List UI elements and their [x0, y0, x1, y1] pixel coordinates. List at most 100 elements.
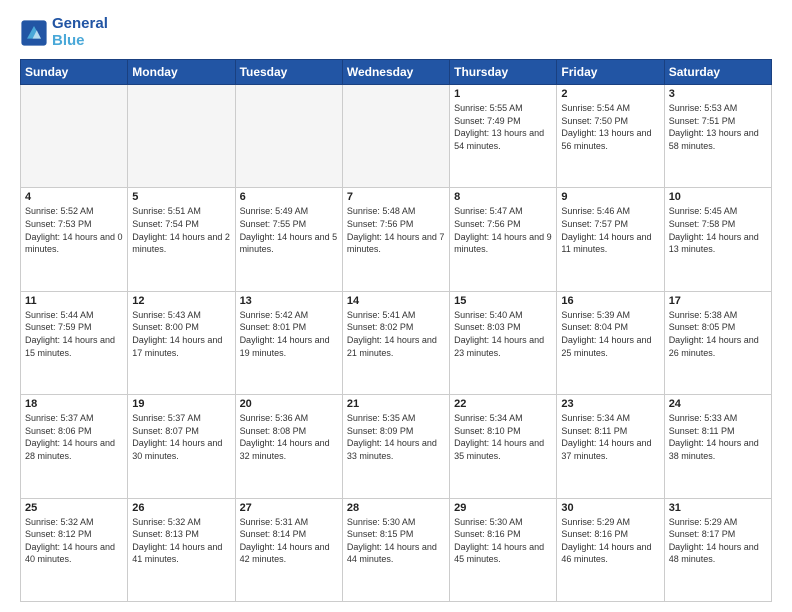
calendar-cell: 4 Sunrise: 5:52 AMSunset: 7:53 PMDaylight… [21, 188, 128, 291]
cell-info: Sunrise: 5:51 AMSunset: 7:54 PMDaylight:… [132, 205, 230, 255]
cell-info: Sunrise: 5:32 AMSunset: 8:13 PMDaylight:… [132, 516, 230, 566]
cell-day-number: 18 [25, 398, 123, 410]
cell-day-number: 5 [132, 191, 230, 203]
calendar-cell: 11Sunrise: 5:44 AMSunset: 7:59 PMDayligh… [21, 291, 128, 394]
cell-info: Sunrise: 5:43 AMSunset: 8:00 PMDaylight:… [132, 309, 230, 359]
calendar-cell: 29 Sunrise: 5:30 AMSunset: 8:16 PMDayligh… [450, 498, 557, 601]
cell-info: Sunrise: 5:37 AMSunset: 8:07 PMDaylight:… [132, 412, 230, 462]
calendar-cell: 19 Sunrise: 5:37 AMSunset: 8:07 PMDayligh… [128, 395, 235, 498]
col-header-thursday: Thursday [450, 60, 557, 85]
calendar-cell [235, 85, 342, 188]
cell-info: Sunrise: 5:53 AMSunset: 7:51 PMDaylight:… [669, 102, 767, 152]
cell-info: Sunrise: 5:42 AMSunset: 8:01 PMDaylight:… [240, 309, 338, 359]
cell-day-number: 8 [454, 191, 552, 203]
cell-info: Sunrise: 5:32 AMSunset: 8:12 PMDaylight:… [25, 516, 123, 566]
cell-info: Sunrise: 5:40 AMSunset: 8:03 PMDaylight:… [454, 309, 552, 359]
cell-day-number: 19 [132, 398, 230, 410]
cell-info: Sunrise: 5:33 AMSunset: 8:11 PMDaylight:… [669, 412, 767, 462]
calendar-cell: 28 Sunrise: 5:30 AMSunset: 8:15 PMDayligh… [342, 498, 449, 601]
cell-info: Sunrise: 5:48 AMSunset: 7:56 PMDaylight:… [347, 205, 445, 255]
calendar-cell: 31Sunrise: 5:29 AMSunset: 8:17 PMDayligh… [664, 498, 771, 601]
cell-info: Sunrise: 5:30 AMSunset: 8:16 PMDaylight:… [454, 516, 552, 566]
logo-icon [20, 19, 48, 47]
cell-day-number: 29 [454, 502, 552, 514]
cell-info: Sunrise: 5:52 AMSunset: 7:53 PMDaylight:… [25, 205, 123, 255]
cell-day-number: 4 [25, 191, 123, 203]
calendar-cell: 5 Sunrise: 5:51 AMSunset: 7:54 PMDaylight… [128, 188, 235, 291]
cell-day-number: 23 [561, 398, 659, 410]
calendar-cell [21, 85, 128, 188]
cell-day-number: 10 [669, 191, 767, 203]
cell-info: Sunrise: 5:35 AMSunset: 8:09 PMDaylight:… [347, 412, 445, 462]
cell-info: Sunrise: 5:41 AMSunset: 8:02 PMDaylight:… [347, 309, 445, 359]
cell-day-number: 6 [240, 191, 338, 203]
cell-day-number: 14 [347, 295, 445, 307]
cell-day-number: 21 [347, 398, 445, 410]
col-header-friday: Friday [557, 60, 664, 85]
cell-info: Sunrise: 5:31 AMSunset: 8:14 PMDaylight:… [240, 516, 338, 566]
logo: General Blue [20, 16, 108, 49]
cell-info: Sunrise: 5:37 AMSunset: 8:06 PMDaylight:… [25, 412, 123, 462]
calendar-cell: 1Sunrise: 5:55 AMSunset: 7:49 PMDaylight… [450, 85, 557, 188]
cell-info: Sunrise: 5:47 AMSunset: 7:56 PMDaylight:… [454, 205, 552, 255]
col-header-tuesday: Tuesday [235, 60, 342, 85]
cell-day-number: 17 [669, 295, 767, 307]
logo-text: General Blue [52, 16, 108, 49]
col-header-wednesday: Wednesday [342, 60, 449, 85]
calendar-cell [128, 85, 235, 188]
calendar-table: SundayMondayTuesdayWednesdayThursdayFrid… [20, 59, 772, 602]
cell-info: Sunrise: 5:29 AMSunset: 8:17 PMDaylight:… [669, 516, 767, 566]
calendar-week-1: 1Sunrise: 5:55 AMSunset: 7:49 PMDaylight… [21, 85, 772, 188]
cell-day-number: 7 [347, 191, 445, 203]
cell-day-number: 16 [561, 295, 659, 307]
cell-info: Sunrise: 5:45 AMSunset: 7:58 PMDaylight:… [669, 205, 767, 255]
calendar-cell: 16Sunrise: 5:39 AMSunset: 8:04 PMDayligh… [557, 291, 664, 394]
cell-info: Sunrise: 5:38 AMSunset: 8:05 PMDaylight:… [669, 309, 767, 359]
calendar-cell: 7 Sunrise: 5:48 AMSunset: 7:56 PMDaylight… [342, 188, 449, 291]
cell-day-number: 11 [25, 295, 123, 307]
cell-day-number: 25 [25, 502, 123, 514]
calendar-cell: 10 Sunrise: 5:45 AMSunset: 7:58 PMDayligh… [664, 188, 771, 291]
cell-day-number: 27 [240, 502, 338, 514]
cell-day-number: 12 [132, 295, 230, 307]
calendar-week-5: 25 Sunrise: 5:32 AMSunset: 8:12 PMDayligh… [21, 498, 772, 601]
calendar-cell: 8 Sunrise: 5:47 AMSunset: 7:56 PMDaylight… [450, 188, 557, 291]
cell-day-number: 13 [240, 295, 338, 307]
cell-day-number: 22 [454, 398, 552, 410]
page: General Blue SundayMondayTuesdayWednesda… [0, 0, 792, 612]
cell-info: Sunrise: 5:55 AMSunset: 7:49 PMDaylight:… [454, 102, 552, 152]
calendar-cell: 22Sunrise: 5:34 AMSunset: 8:10 PMDayligh… [450, 395, 557, 498]
calendar-cell: 20Sunrise: 5:36 AMSunset: 8:08 PMDayligh… [235, 395, 342, 498]
calendar-week-2: 4 Sunrise: 5:52 AMSunset: 7:53 PMDaylight… [21, 188, 772, 291]
calendar-cell: 23 Sunrise: 5:34 AMSunset: 8:11 PMDayligh… [557, 395, 664, 498]
calendar-header-row: SundayMondayTuesdayWednesdayThursdayFrid… [21, 60, 772, 85]
calendar-cell: 25 Sunrise: 5:32 AMSunset: 8:12 PMDayligh… [21, 498, 128, 601]
col-header-saturday: Saturday [664, 60, 771, 85]
cell-day-number: 28 [347, 502, 445, 514]
cell-info: Sunrise: 5:46 AMSunset: 7:57 PMDaylight:… [561, 205, 659, 255]
cell-info: Sunrise: 5:30 AMSunset: 8:15 PMDaylight:… [347, 516, 445, 566]
cell-day-number: 15 [454, 295, 552, 307]
cell-day-number: 2 [561, 88, 659, 100]
col-header-sunday: Sunday [21, 60, 128, 85]
calendar-cell: 15 Sunrise: 5:40 AMSunset: 8:03 PMDayligh… [450, 291, 557, 394]
calendar-cell: 3Sunrise: 5:53 AMSunset: 7:51 PMDaylight… [664, 85, 771, 188]
calendar-cell: 14 Sunrise: 5:41 AMSunset: 8:02 PMDayligh… [342, 291, 449, 394]
calendar-cell: 2 Sunrise: 5:54 AMSunset: 7:50 PMDaylight… [557, 85, 664, 188]
cell-day-number: 20 [240, 398, 338, 410]
calendar-cell: 30Sunrise: 5:29 AMSunset: 8:16 PMDayligh… [557, 498, 664, 601]
cell-day-number: 30 [561, 502, 659, 514]
cell-info: Sunrise: 5:54 AMSunset: 7:50 PMDaylight:… [561, 102, 659, 152]
calendar-cell: 21 Sunrise: 5:35 AMSunset: 8:09 PMDayligh… [342, 395, 449, 498]
calendar-week-4: 18 Sunrise: 5:37 AMSunset: 8:06 PMDayligh… [21, 395, 772, 498]
calendar-cell: 26 Sunrise: 5:32 AMSunset: 8:13 PMDayligh… [128, 498, 235, 601]
col-header-monday: Monday [128, 60, 235, 85]
calendar-cell: 24Sunrise: 5:33 AMSunset: 8:11 PMDayligh… [664, 395, 771, 498]
cell-day-number: 9 [561, 191, 659, 203]
cell-day-number: 26 [132, 502, 230, 514]
calendar-cell: 18 Sunrise: 5:37 AMSunset: 8:06 PMDayligh… [21, 395, 128, 498]
cell-info: Sunrise: 5:34 AMSunset: 8:11 PMDaylight:… [561, 412, 659, 462]
calendar-cell [342, 85, 449, 188]
calendar-cell: 17 Sunrise: 5:38 AMSunset: 8:05 PMDayligh… [664, 291, 771, 394]
header: General Blue [20, 16, 772, 49]
